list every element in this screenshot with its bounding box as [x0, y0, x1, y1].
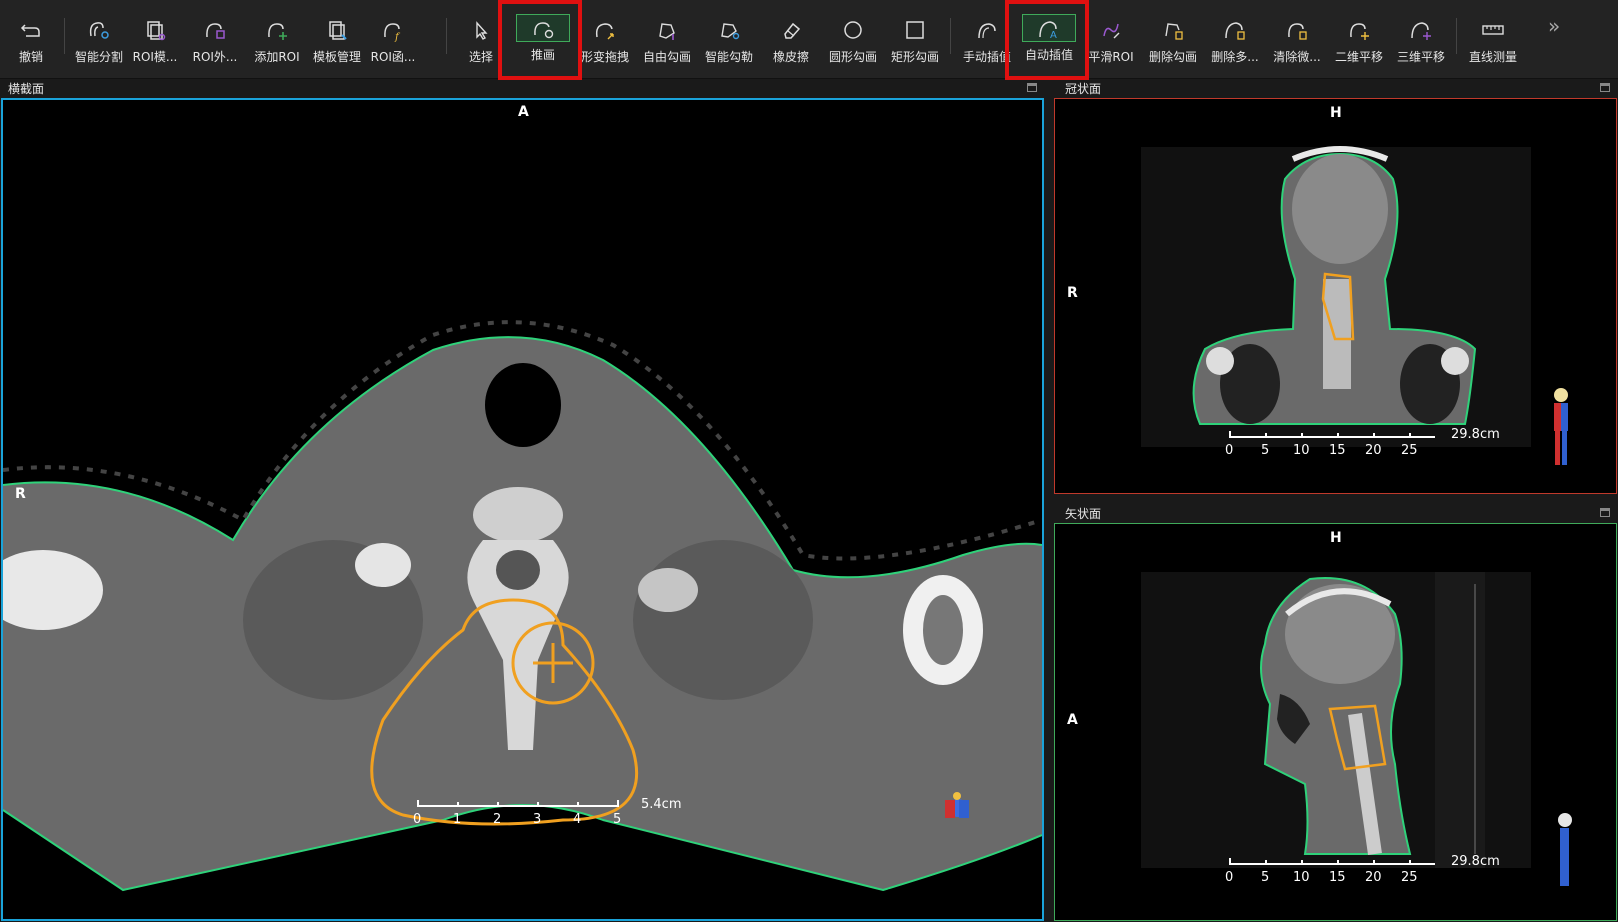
undo-button[interactable]: 撤销 [0, 8, 62, 70]
scale-tick-label: 25 [1401, 443, 1418, 458]
pan-2d-button[interactable]: 二维平移 [1328, 8, 1390, 70]
scale-tick-label: 5 [1261, 443, 1270, 458]
clear-small-icon [1283, 16, 1311, 44]
circle-draw-icon [839, 16, 867, 44]
coronal-view[interactable]: H R 0 5 10 15 20 25 29.8cm [1054, 98, 1617, 494]
free-draw-icon [653, 16, 681, 44]
scale-tick-label: 0 [413, 812, 422, 827]
deform-drag-icon [591, 16, 619, 44]
svg-text:f: f [394, 32, 401, 43]
separator [64, 18, 65, 54]
select-cursor-icon [467, 16, 495, 44]
deform-drag-button[interactable]: 形变拖拽 [574, 8, 636, 70]
delete-multi-icon [1221, 16, 1249, 44]
orientation-label-left: R [15, 486, 26, 502]
scale-bar: 0 1 2 3 4 5 [413, 800, 633, 830]
scale-value: 29.8cm [1451, 854, 1500, 869]
toolbar: 撤销 智能分割 ROI模... ROI外... 添加ROI 模板管理 f ROI… [0, 0, 1618, 79]
scale-tick-label: 0 [1225, 443, 1234, 458]
separator [1456, 18, 1457, 54]
pan-3d-button[interactable]: 三维平移 [1390, 8, 1452, 70]
scale-value: 5.4cm [641, 797, 682, 812]
template-manage-icon [323, 16, 351, 44]
orientation-label-top: A [518, 104, 529, 120]
more-tools-button[interactable]: » [1548, 14, 1560, 38]
delete-contour-button[interactable]: 删除勾画 [1142, 8, 1204, 70]
template-manage-button[interactable]: 模板管理 [306, 8, 368, 70]
manual-interp-icon [973, 16, 1001, 44]
smart-contour-button[interactable]: 智能勾勒 [698, 8, 760, 70]
sagittal-view[interactable]: H A 0 5 10 15 20 25 29.8cm [1054, 523, 1617, 921]
scale-tick-label: 15 [1329, 443, 1346, 458]
roi-expand-button[interactable]: ROI外... [184, 8, 246, 70]
orientation-label-left: R [1067, 285, 1078, 301]
axial-panel-title: 横截面 [8, 82, 45, 96]
scale-tick-label: 3 [533, 812, 542, 827]
coronal-panel-title: 冠状面 [1065, 82, 1102, 96]
scale-tick-label: 1 [453, 812, 462, 827]
scale-tick-label: 10 [1293, 443, 1310, 458]
scale-tick-label: 25 [1401, 870, 1418, 885]
scale-value: 29.8cm [1451, 427, 1500, 442]
scale-tick-label: 5 [1261, 870, 1270, 885]
rect-draw-icon [901, 16, 929, 44]
circle-draw-button[interactable]: 圆形勾画 [822, 8, 884, 70]
orientation-label-top: H [1330, 530, 1342, 546]
roi-function-button[interactable]: f ROI函... [362, 8, 424, 70]
orientation-label-left: A [1067, 712, 1078, 728]
scale-bar: 0 5 10 15 20 25 [1225, 431, 1455, 461]
maximize-icon[interactable] [1027, 83, 1037, 92]
add-roi-icon [263, 16, 291, 44]
highlight-box-auto-interp [1005, 0, 1089, 80]
separator [446, 18, 447, 54]
scale-tick-label: 5 [613, 812, 622, 827]
ruler-button[interactable]: 直线测量 [1462, 8, 1524, 70]
body-figure-icon [1554, 388, 1568, 465]
ruler-icon [1479, 16, 1507, 44]
axial-view[interactable]: A R 0 1 2 3 4 5 5.4cm [1, 98, 1044, 921]
add-roi-button[interactable]: 添加ROI [246, 8, 308, 70]
roi-function-icon: f [379, 16, 407, 44]
scale-tick-label: 20 [1365, 443, 1382, 458]
sagittal-panel-title: 矢状面 [1065, 507, 1102, 521]
scale-bar: 0 5 10 15 20 25 [1225, 858, 1455, 888]
eraser-button[interactable]: 橡皮擦 [760, 8, 822, 70]
smart-segment-icon [85, 16, 113, 44]
pan-3d-icon [1407, 16, 1435, 44]
separator [950, 18, 951, 54]
scale-tick-label: 4 [573, 812, 582, 827]
maximize-icon[interactable] [1600, 83, 1610, 92]
delete-multi-button[interactable]: 删除多... [1204, 8, 1266, 70]
scale-tick-label: 20 [1365, 870, 1382, 885]
smart-segment-button[interactable]: 智能分割 [68, 8, 130, 70]
axial-ct-image [3, 320, 1042, 892]
pan-2d-icon [1345, 16, 1373, 44]
rect-draw-button[interactable]: 矩形勾画 [884, 8, 946, 70]
highlight-box-push-draw [498, 0, 582, 80]
roi-expand-icon [201, 16, 229, 44]
free-draw-button[interactable]: 自由勾画 [636, 8, 698, 70]
smooth-roi-icon [1097, 16, 1125, 44]
maximize-icon[interactable] [1600, 508, 1610, 517]
roi-template-icon [141, 16, 169, 44]
undo-icon [17, 16, 45, 44]
eraser-icon [777, 16, 805, 44]
orientation-label-top: H [1330, 105, 1342, 121]
scale-tick-label: 15 [1329, 870, 1346, 885]
body-figure-icon [1558, 813, 1572, 886]
scale-tick-label: 2 [493, 812, 502, 827]
clear-small-button[interactable]: 清除微... [1266, 8, 1328, 70]
scale-tick-label: 10 [1293, 870, 1310, 885]
smart-contour-icon [715, 16, 743, 44]
smooth-roi-button[interactable]: 平滑ROI [1080, 8, 1142, 70]
roi-template-button[interactable]: ROI模... [124, 8, 186, 70]
scale-tick-label: 0 [1225, 870, 1234, 885]
delete-contour-icon [1159, 16, 1187, 44]
